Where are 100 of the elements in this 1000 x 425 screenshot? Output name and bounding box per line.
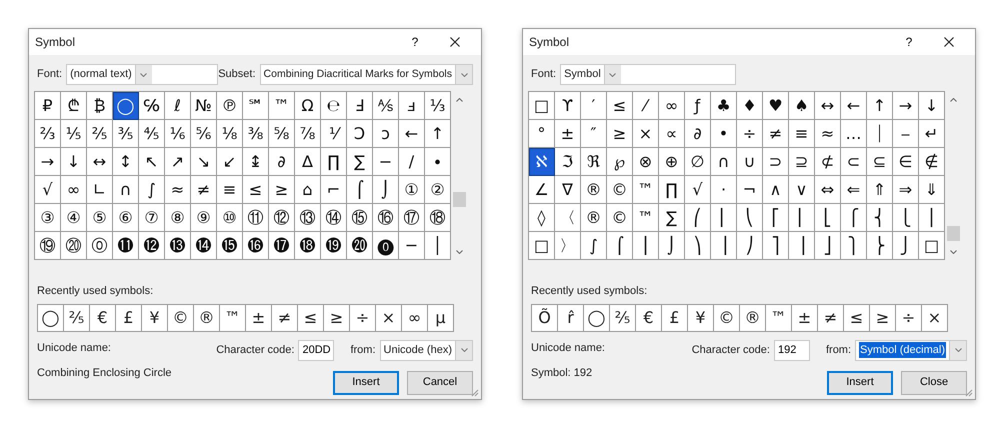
symbol-cell[interactable]: ♠ xyxy=(789,92,815,120)
symbol-cell[interactable]: ⊂ xyxy=(841,148,867,176)
recent-symbol-cell[interactable]: ≥ xyxy=(870,304,896,332)
dialog-button[interactable]: Cancel xyxy=(407,370,473,394)
symbol-cell[interactable]: ④ xyxy=(61,204,87,232)
scroll-up-icon[interactable] xyxy=(950,98,957,102)
symbol-cell[interactable]: ∫ xyxy=(139,176,165,204)
symbol-cell[interactable]: ∩ xyxy=(113,176,139,204)
symbol-cell[interactable]: ⎯ xyxy=(893,120,919,148)
symbol-cell[interactable]: ① xyxy=(399,176,425,204)
symbol-cell[interactable]: ℓ xyxy=(165,92,191,120)
recent-symbol-cell[interactable]: Õ xyxy=(532,304,558,332)
symbol-cell[interactable]: ⊆ xyxy=(867,148,893,176)
symbol-cell[interactable]: ∉ xyxy=(919,148,945,176)
symbol-cell[interactable]: ℑ xyxy=(555,148,581,176)
symbol-cell[interactable]: ⅞ xyxy=(295,120,321,148)
symbol-cell[interactable]: ¬ xyxy=(737,176,763,204)
symbol-cell[interactable]: Ω xyxy=(295,92,321,120)
symbol-cell[interactable]: ƒ xyxy=(685,92,711,120)
symbol-cell[interactable]: ∏ xyxy=(321,148,347,176)
scroll-up-icon[interactable] xyxy=(456,98,463,102)
symbol-cell[interactable]: ⑬ xyxy=(295,204,321,232)
symbol-cell[interactable]: │ xyxy=(425,232,451,260)
symbol-cell[interactable]: ℮ xyxy=(321,92,347,120)
symbol-cell[interactable]: ∨ xyxy=(789,176,815,204)
symbol-cell[interactable]: ⎣ xyxy=(815,204,841,232)
recent-symbol-cell[interactable]: ÷ xyxy=(896,304,922,332)
recent-symbol-cell[interactable]: ® xyxy=(194,304,220,332)
scroll-thumb[interactable] xyxy=(453,192,466,206)
symbol-cell[interactable]: ⅘ xyxy=(139,120,165,148)
symbol-cell[interactable]: • xyxy=(711,120,737,148)
recent-symbol-cell[interactable]: ≤ xyxy=(844,304,870,332)
resize-grip-icon[interactable] xyxy=(470,388,479,397)
symbol-cell[interactable]: ⎞ xyxy=(685,232,711,260)
recent-symbol-cell[interactable]: ™ xyxy=(220,304,246,332)
symbol-cell[interactable]: □ xyxy=(529,92,555,120)
symbol-cell[interactable]: ⎦ xyxy=(815,232,841,260)
symbol-cell[interactable]: ϒ xyxy=(555,92,581,120)
dialog-button[interactable]: Close xyxy=(901,370,967,394)
symbol-cell[interactable]: ↔ xyxy=(815,92,841,120)
recent-symbol-cell[interactable]: ≠ xyxy=(818,304,844,332)
symbol-cell[interactable]: ″ xyxy=(581,120,607,148)
symbol-cell[interactable]: ℜ xyxy=(581,148,607,176)
symbol-cell[interactable]: √ xyxy=(685,176,711,204)
symbol-cell[interactable]: ↓ xyxy=(61,148,87,176)
symbol-cell[interactable]: ⑨ xyxy=(191,204,217,232)
recent-symbol-cell[interactable]: × xyxy=(922,304,948,332)
symbol-cell[interactable]: ♣ xyxy=(711,92,737,120)
symbol-cell[interactable]: ◊ xyxy=(529,204,555,232)
symbol-cell[interactable]: □ xyxy=(919,232,945,260)
symbol-cell[interactable]: ⓫ xyxy=(113,232,139,260)
subset-dropdown[interactable]: Combining Diacritical Marks for Symbols xyxy=(260,64,473,85)
symbol-cell[interactable]: ↵ xyxy=(919,120,945,148)
symbol-cell[interactable]: ∑ xyxy=(659,204,685,232)
symbol-cell[interactable]: ⇑ xyxy=(867,176,893,204)
symbol-cell[interactable]: ⑮ xyxy=(347,204,373,232)
symbol-cell[interactable]: ℗ xyxy=(217,92,243,120)
symbol-cell[interactable]: № xyxy=(191,92,217,120)
symbol-cell[interactable]: ↑ xyxy=(425,120,451,148)
symbol-cell[interactable]: ∝ xyxy=(659,120,685,148)
symbol-cell[interactable]: ⅚ xyxy=(191,120,217,148)
symbol-cell[interactable]: ≡ xyxy=(789,120,815,148)
recent-symbol-cell[interactable]: ™ xyxy=(766,304,792,332)
symbol-cell[interactable]: ⓰ xyxy=(243,232,269,260)
symbol-cell[interactable]: ♦ xyxy=(737,92,763,120)
symbol-cell[interactable]: ⑳ xyxy=(61,232,87,260)
symbol-cell[interactable]: ⓬ xyxy=(139,232,165,260)
symbol-cell[interactable]: ≤ xyxy=(243,176,269,204)
symbol-cell[interactable]: ₽ xyxy=(35,92,61,120)
symbol-cell[interactable]: ⊄ xyxy=(815,148,841,176)
recent-symbol-cell[interactable]: ± xyxy=(246,304,272,332)
symbol-cell[interactable]: ≥ xyxy=(607,120,633,148)
symbol-cell[interactable]: ⑧ xyxy=(165,204,191,232)
symbol-cell[interactable]: ⎨ xyxy=(867,204,893,232)
symbol-cell[interactable]: ∞ xyxy=(659,92,685,120)
symbol-cell[interactable]: ∂ xyxy=(269,148,295,176)
recent-symbol-cell[interactable]: ⅖ xyxy=(64,304,90,332)
symbol-cell[interactable]: ® xyxy=(581,204,607,232)
symbol-cell[interactable]: ⓿ xyxy=(373,232,399,260)
recent-symbol-cell[interactable]: ≥ xyxy=(324,304,350,332)
symbol-cell[interactable]: ⓮ xyxy=(191,232,217,260)
symbol-cell[interactable]: ⅖ xyxy=(87,120,113,148)
symbol-cell[interactable]: ↙ xyxy=(217,148,243,176)
symbol-cell[interactable]: ⓱ xyxy=(269,232,295,260)
symbol-cell[interactable]: ℘ xyxy=(607,148,633,176)
recent-symbol-cell[interactable]: ◯ xyxy=(584,304,610,332)
symbol-cell[interactable]: × xyxy=(633,120,659,148)
symbol-cell[interactable]: ™ xyxy=(633,204,659,232)
symbol-cell[interactable]: ⌡ xyxy=(659,232,685,260)
symbol-cell[interactable]: ∆ xyxy=(295,148,321,176)
symbol-cell[interactable]: © xyxy=(607,204,633,232)
recent-symbol-cell[interactable]: ¥ xyxy=(688,304,714,332)
symbol-cell[interactable]: ◯ xyxy=(113,92,139,120)
symbol-cell[interactable]: ⑤ xyxy=(87,204,113,232)
symbol-cell[interactable]: ⓪ xyxy=(87,232,113,260)
symbol-cell[interactable]: − xyxy=(373,148,399,176)
symbol-cell[interactable]: ⑲ xyxy=(35,232,61,260)
symbol-cell[interactable]: ⊃ xyxy=(763,148,789,176)
symbol-cell[interactable]: ∧ xyxy=(763,176,789,204)
symbol-cell[interactable]: ∈ xyxy=(893,148,919,176)
